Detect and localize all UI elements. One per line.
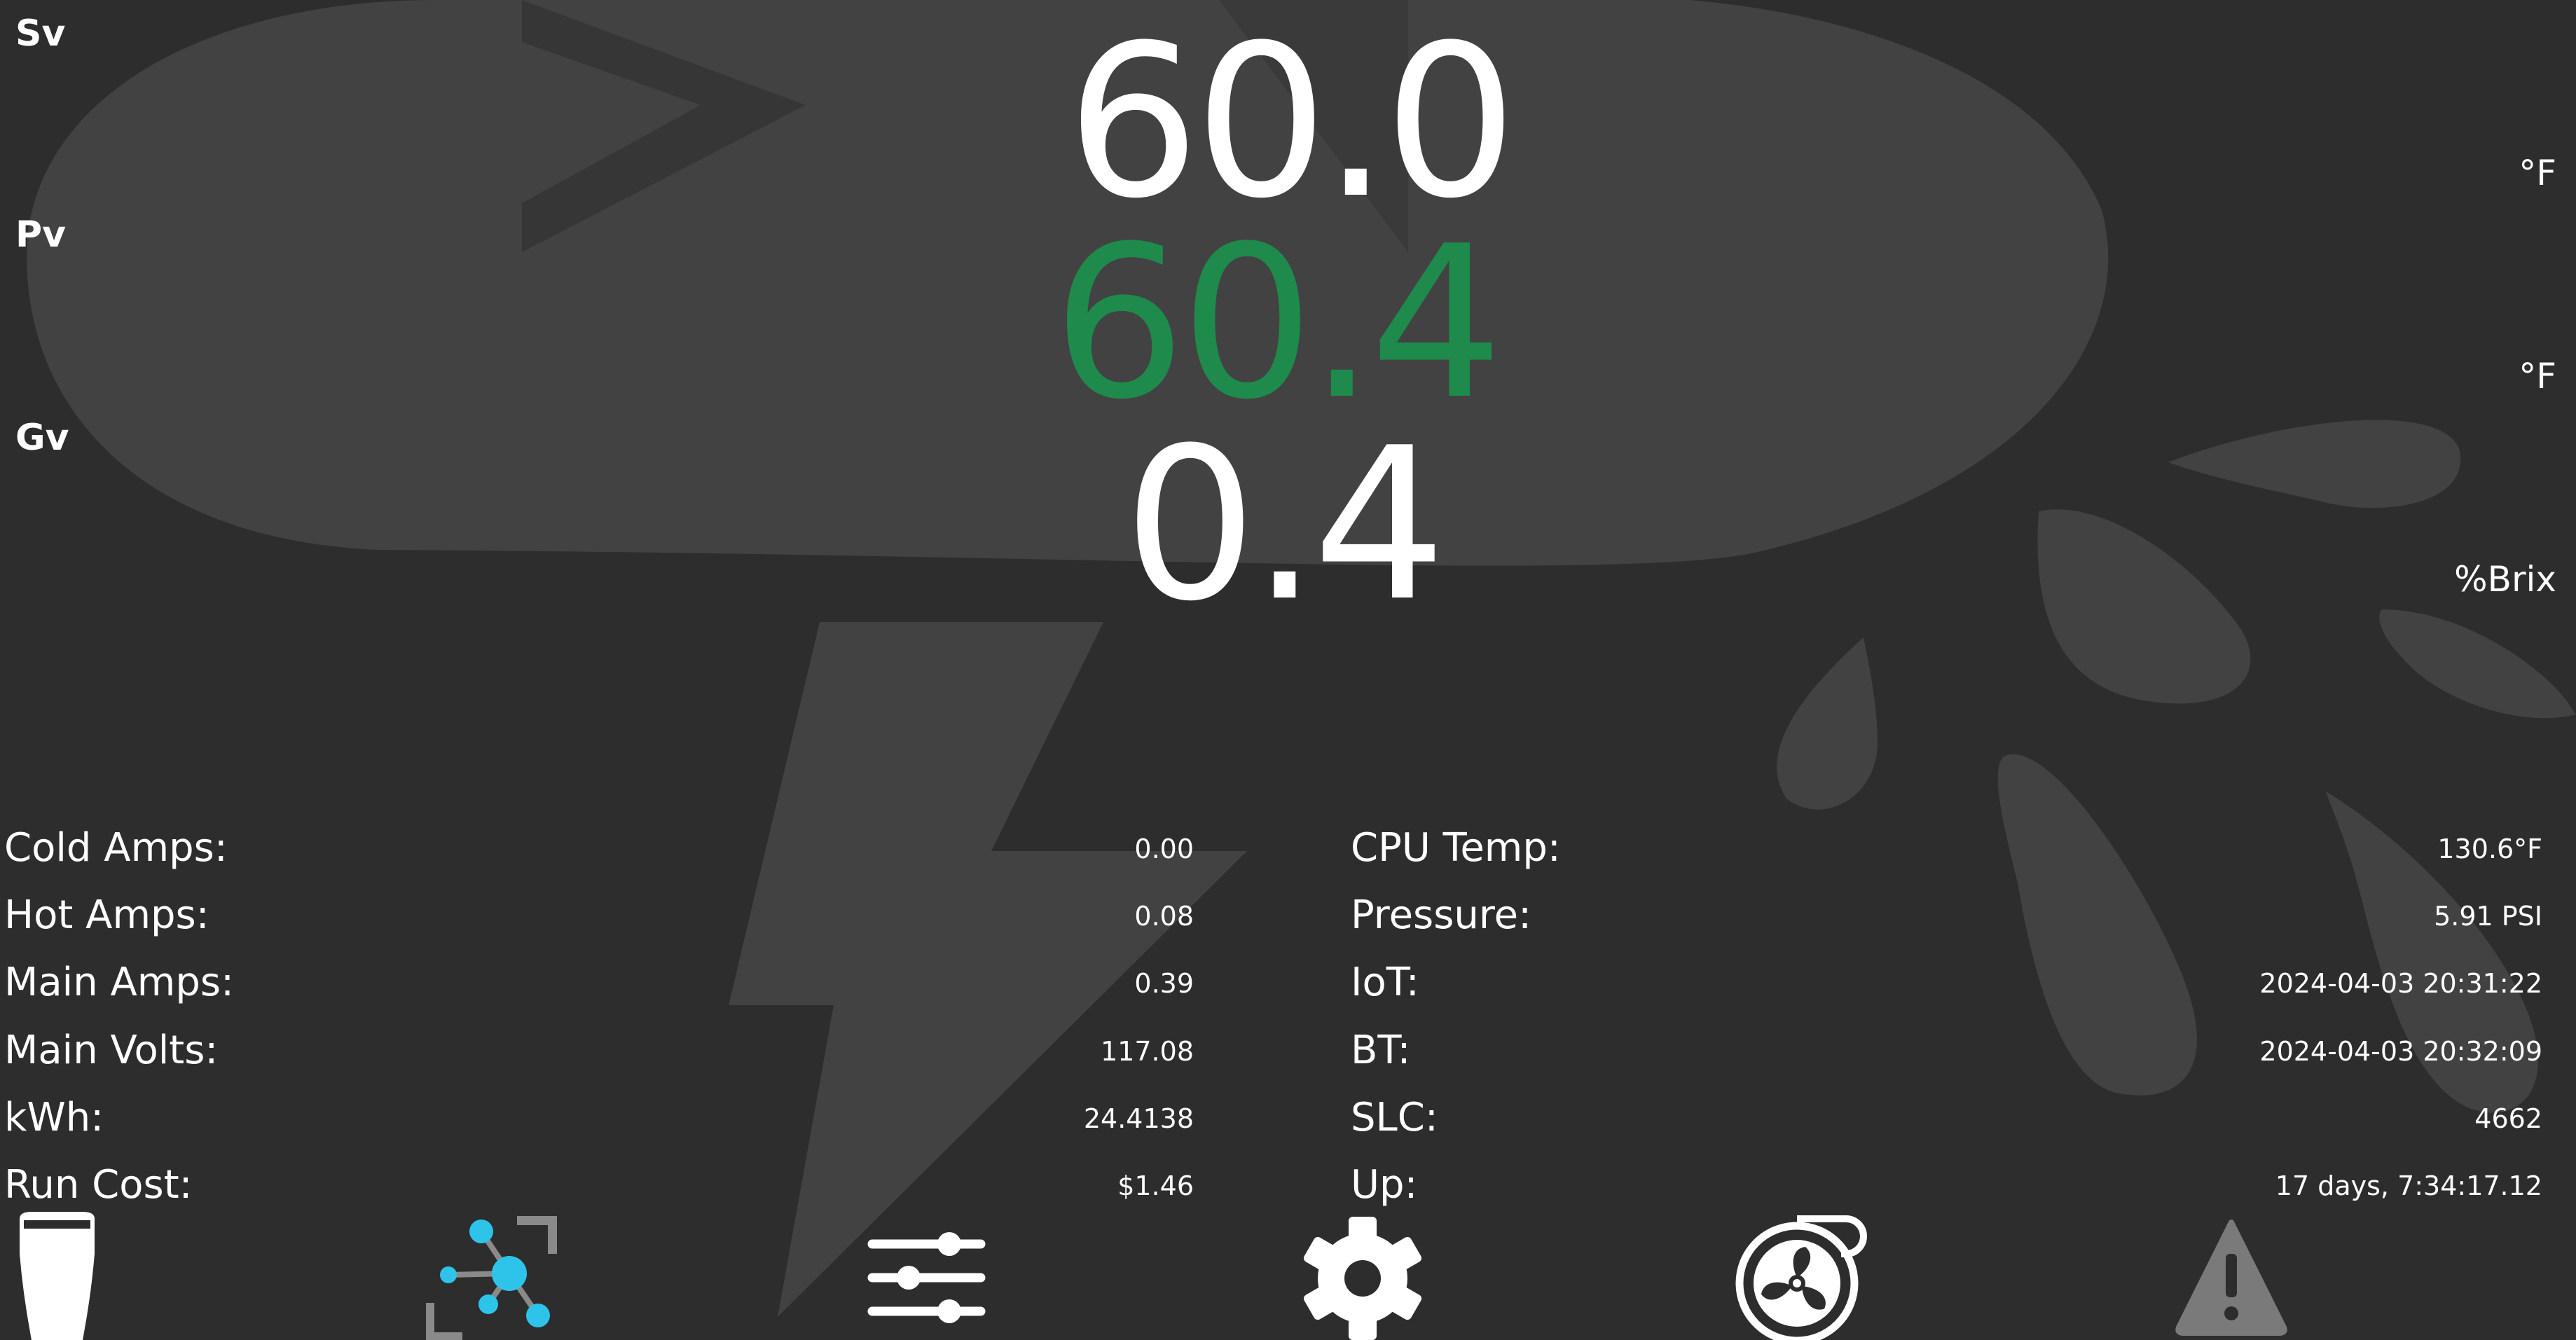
run-cost-label: Run Cost: (4, 1162, 193, 1208)
hot-amps-label: Hot Amps: (4, 892, 209, 938)
setpoint-value: 60.0 (1066, 0, 1517, 244)
pressure-value: 5.91 PSI (2434, 901, 2542, 932)
pv-unit: °F (2519, 356, 2556, 396)
network-icon[interactable] (420, 1212, 560, 1340)
cpu-temp-label: CPU Temp: (1351, 825, 1561, 871)
main-amps-label: Main Amps: (4, 960, 234, 1005)
sv-label: Sv (15, 13, 66, 55)
gravity-value: 0.4 (1123, 403, 1446, 647)
drop-shape (2379, 609, 2576, 719)
hot-amps-value: 0.08 (1134, 901, 1194, 932)
sv-unit: °F (2519, 153, 2556, 193)
drop-shape (2168, 420, 2461, 509)
uptime-value: 17 days, 7:34:17.12 (2275, 1170, 2542, 1201)
gv-label: Gv (15, 417, 69, 459)
main-amps-value: 0.39 (1134, 968, 1194, 999)
sliders-icon[interactable] (858, 1212, 998, 1340)
run-cost-value: $1.46 (1117, 1170, 1194, 1201)
fan-icon[interactable] (1727, 1212, 1867, 1340)
gv-unit: %Brix (2454, 559, 2556, 600)
drop-shape (1997, 754, 2197, 1096)
glass-icon[interactable] (0, 1212, 140, 1340)
main-volts-label: Main Volts: (4, 1028, 219, 1073)
main-volts-value: 117.08 (1101, 1036, 1194, 1067)
process-value: 60.4 (1052, 201, 1503, 445)
cpu-temp-value: 130.6°F (2437, 834, 2542, 864)
gear-icon[interactable] (1293, 1212, 1433, 1340)
cold-amps-value: 0.00 (1134, 834, 1194, 864)
pv-label: Pv (15, 214, 67, 256)
warning-icon[interactable] (2161, 1212, 2301, 1340)
slc-value: 4662 (2474, 1103, 2542, 1134)
cold-amps-label: Cold Amps: (4, 825, 228, 871)
pressure-label: Pressure: (1351, 892, 1531, 938)
iot-label: IoT: (1351, 960, 1419, 1005)
uptime-label: Up: (1351, 1162, 1418, 1208)
bt-label: BT: (1351, 1028, 1411, 1073)
kwh-value: 24.4138 (1083, 1103, 1194, 1134)
drop-shape (1777, 637, 1878, 810)
bt-value: 2024-04-03 20:32:09 (2259, 1036, 2542, 1067)
kwh-label: kWh: (4, 1095, 104, 1140)
iot-value: 2024-04-03 20:31:22 (2259, 968, 2542, 999)
slc-label: SLC: (1351, 1095, 1438, 1140)
drop-shape (2037, 509, 2251, 704)
